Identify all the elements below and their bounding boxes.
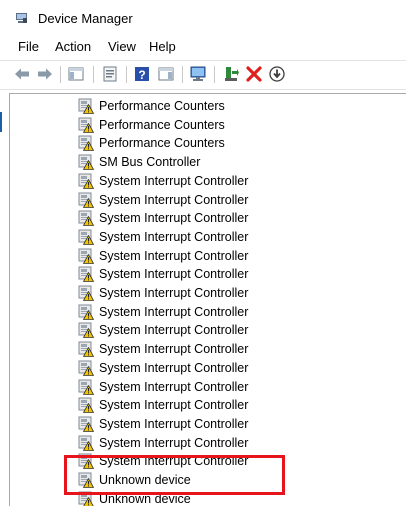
menu-bar: File Action View Help xyxy=(0,37,406,57)
device-tree-item-label: System Interrupt Controller xyxy=(99,211,249,226)
device-tree-item-label: System Interrupt Controller xyxy=(99,192,249,207)
device-tree-item-label: System Interrupt Controller xyxy=(99,286,249,300)
device-warning-icon xyxy=(78,192,94,208)
device-tree-item-label: Performance Counters xyxy=(99,99,225,113)
window-title: Device Manager xyxy=(38,11,133,26)
device-warning-icon xyxy=(78,229,94,245)
device-tree-item-label: System Interrupt Controller xyxy=(99,454,249,469)
toolbar-separator xyxy=(60,66,61,83)
forward-arrow-icon[interactable] xyxy=(36,65,54,83)
device-tree-item-label: System Interrupt Controller xyxy=(99,360,249,375)
device-warning-icon xyxy=(78,435,94,451)
device-warning-icon xyxy=(78,173,94,189)
download-driver-icon[interactable] xyxy=(268,65,286,83)
menu-file[interactable]: File xyxy=(18,39,39,55)
toolbar-separator xyxy=(214,66,215,83)
device-warning-icon xyxy=(78,135,94,152)
title-bar: Device Manager xyxy=(0,0,406,36)
device-tree-item-label: System Interrupt Controller xyxy=(99,173,249,188)
device-tree-item-label: SM Bus Controller xyxy=(99,155,201,170)
device-warning-icon xyxy=(78,491,94,506)
device-tree-item-label: System Interrupt Controller xyxy=(99,435,249,450)
uninstall-device-icon[interactable] xyxy=(245,65,263,83)
menu-help[interactable]: Help xyxy=(149,39,176,55)
update-driver-icon[interactable] xyxy=(222,65,240,83)
help-icon[interactable]: ? xyxy=(133,65,151,83)
device-tree-item-label: System Interrupt Controller xyxy=(99,267,249,282)
window-edge-accent xyxy=(0,112,2,132)
device-warning-icon xyxy=(78,117,94,133)
device-tree-item-label: System Interrupt Controller xyxy=(99,323,249,338)
svg-text:?: ? xyxy=(138,68,145,82)
device-tree[interactable]: Performance Counters Performance Counter… xyxy=(9,93,406,506)
menu-view[interactable]: View xyxy=(108,39,136,55)
back-arrow-icon[interactable] xyxy=(13,65,31,83)
device-warning-icon xyxy=(78,379,94,395)
device-warning-icon xyxy=(78,322,94,339)
device-manager-window: Device Manager File Action View Help ? P… xyxy=(0,0,406,506)
device-warning-icon xyxy=(78,210,94,227)
toolbar: ? xyxy=(0,60,406,90)
device-tree-item-label: Performance Counters xyxy=(99,117,225,132)
toolbar-separator xyxy=(126,66,127,83)
device-tree-item-label: Unknown device xyxy=(99,473,191,487)
show-hide-console-tree-icon[interactable] xyxy=(67,65,85,83)
device-tree-item-label: System Interrupt Controller xyxy=(99,342,249,357)
device-warning-icon xyxy=(78,416,94,432)
device-warning-icon xyxy=(78,472,94,488)
device-warning-icon xyxy=(78,304,94,320)
device-warning-icon xyxy=(78,397,94,414)
scan-hardware-changes-icon[interactable] xyxy=(189,65,207,83)
device-manager-icon xyxy=(16,13,27,23)
device-warning-icon xyxy=(78,285,94,301)
device-tree-item-label: System Interrupt Controller xyxy=(99,416,249,431)
device-tree-item-label: System Interrupt Controller xyxy=(99,379,249,394)
toolbar-separator xyxy=(182,66,183,83)
device-warning-icon xyxy=(78,360,94,376)
device-tree-item-label: System Interrupt Controller xyxy=(99,248,249,263)
device-warning-icon xyxy=(78,98,94,114)
device-tree-item-label: Unknown device xyxy=(99,491,191,506)
device-warning-icon xyxy=(78,341,94,357)
menu-action[interactable]: Action xyxy=(55,39,91,55)
device-warning-icon xyxy=(78,248,94,264)
device-warning-icon xyxy=(78,266,94,283)
device-tree-item-label: System Interrupt Controller xyxy=(99,304,249,319)
properties-icon[interactable] xyxy=(101,65,119,83)
toolbar-separator xyxy=(93,66,94,83)
device-tree-item-label: System Interrupt Controller xyxy=(99,398,249,413)
device-tree-item-label: Performance Counters xyxy=(99,136,225,151)
device-warning-icon xyxy=(78,154,94,170)
action-pane-icon[interactable] xyxy=(157,65,175,83)
device-tree-item-label: System Interrupt Controller xyxy=(99,229,249,244)
device-warning-icon xyxy=(78,453,94,470)
